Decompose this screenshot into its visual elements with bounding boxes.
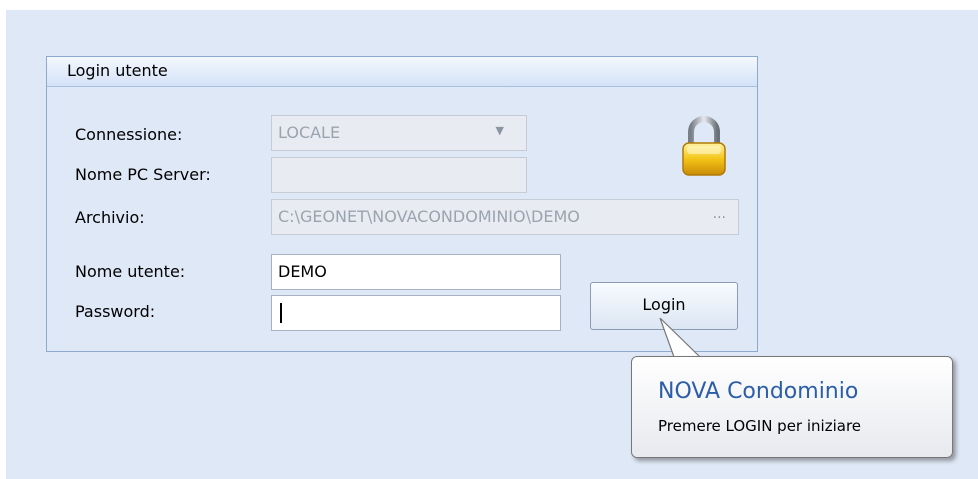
archivio-path: C:\GEONET\NOVACONDOMINIO\DEMO bbox=[278, 207, 580, 226]
chevron-down-icon[interactable]: ▼ bbox=[496, 124, 504, 137]
nome-pc-server-label: Nome PC Server: bbox=[75, 165, 211, 184]
connessione-label: Connessione: bbox=[75, 125, 183, 144]
archivio-label: Archivio: bbox=[75, 208, 145, 227]
nome-utente-label: Nome utente: bbox=[75, 262, 186, 281]
username-input[interactable]: DEMO bbox=[271, 254, 561, 290]
browse-ellipsis-button[interactable]: ... bbox=[713, 206, 726, 222]
nome-pc-server-field[interactable] bbox=[271, 157, 527, 193]
connessione-dropdown[interactable]: LOCALE ▼ bbox=[271, 115, 527, 151]
tooltip-balloon: NOVA Condominio Premere LOGIN per inizia… bbox=[631, 356, 953, 458]
tooltip-text: Premere LOGIN per iniziare bbox=[658, 417, 862, 435]
panel-title: Login utente bbox=[47, 57, 757, 87]
connessione-value: LOCALE bbox=[278, 123, 341, 142]
tooltip-pointer bbox=[659, 318, 703, 360]
text-caret bbox=[280, 303, 282, 323]
password-input[interactable] bbox=[271, 295, 561, 331]
tooltip-title: NOVA Condominio bbox=[658, 379, 859, 404]
login-window-background: Login utente Connessione: LOCALE ▼ Nome … bbox=[6, 10, 978, 479]
archivio-field[interactable]: C:\GEONET\NOVACONDOMINIO\DEMO ... bbox=[271, 199, 739, 235]
login-panel: Login utente Connessione: LOCALE ▼ Nome … bbox=[46, 56, 758, 352]
password-label: Password: bbox=[75, 302, 156, 321]
padlock-icon bbox=[682, 116, 726, 176]
username-value: DEMO bbox=[278, 262, 327, 281]
